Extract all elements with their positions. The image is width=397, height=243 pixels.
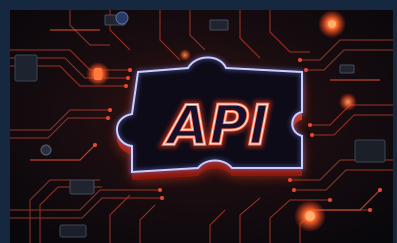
circuit-board-photo: API API API [10,10,393,243]
chip-right [354,139,386,163]
component [59,224,87,238]
chip-left [14,54,38,82]
capacitor [115,11,129,25]
led-glow [339,93,357,111]
capacitor [40,144,52,156]
image-frame: API API API [0,0,397,243]
api-label: API [163,94,268,157]
component [209,19,229,31]
component [339,64,355,74]
component [69,179,95,195]
led-glow [179,49,191,61]
circuit-board-illustration: API API API [10,10,393,243]
